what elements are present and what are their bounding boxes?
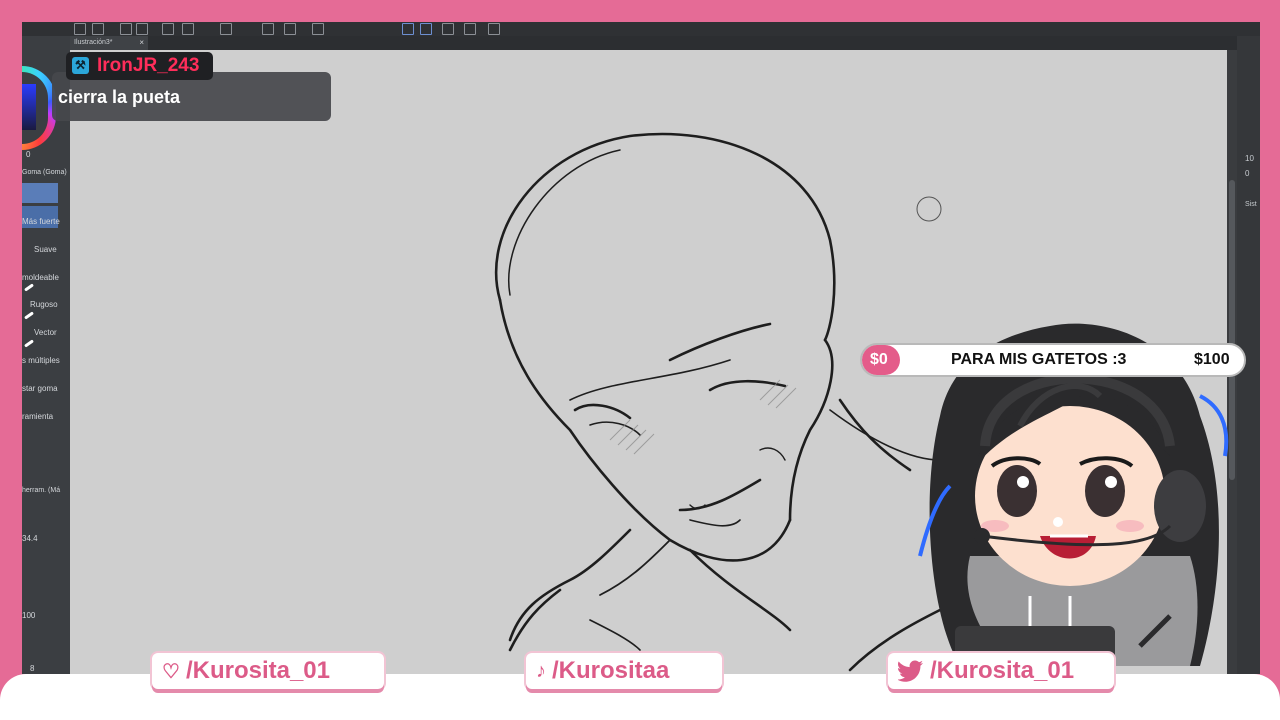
save-icon[interactable] xyxy=(136,23,148,35)
color-value: 0 xyxy=(26,150,31,159)
undo-icon[interactable] xyxy=(162,23,174,35)
tab-document-label: Ilustración3* xyxy=(74,39,113,46)
subtool-soft-label: Suave xyxy=(34,245,57,254)
social-twitch[interactable]: ♡ /Kurosita_01 xyxy=(152,653,384,689)
social-twitter-label: /Kurosita_01 xyxy=(930,657,1075,684)
right-panel-value-3: Sist xyxy=(1245,201,1257,208)
subtool-hard-label: Más fuerte xyxy=(22,217,60,226)
brush-preview xyxy=(24,339,34,348)
social-tiktok[interactable]: ♪ /Kurositaa xyxy=(526,653,722,689)
redo-icon[interactable] xyxy=(182,23,194,35)
subtool-multi-label: s múltiples xyxy=(22,356,60,365)
twitch-heart-icon: ♡ xyxy=(162,660,180,683)
subtool-selected[interactable] xyxy=(22,183,58,203)
tab-close-icon[interactable]: × xyxy=(139,36,144,50)
transform-icon[interactable] xyxy=(262,23,274,35)
tool-property-header: herram. (Má xyxy=(22,487,61,494)
subtool-kneaded-label: moldeable xyxy=(22,273,59,282)
tool-panel: 0 Goma (Goma) Más fuerte Suave moldeable… xyxy=(22,36,70,674)
twitter-bird-icon xyxy=(898,660,923,682)
donation-current: $0 xyxy=(870,351,888,368)
brush-preview xyxy=(24,283,34,292)
new-file-icon[interactable] xyxy=(92,23,104,35)
social-tiktok-label: /Kurositaa xyxy=(552,657,670,684)
chat-username: IronJR_243 xyxy=(97,55,200,76)
top-toolbar xyxy=(22,22,1260,36)
brush-preview xyxy=(24,311,34,320)
grid-icon[interactable] xyxy=(442,23,454,35)
extra-value: 8 xyxy=(30,664,35,673)
document-tabbar: Ilustración3* × × xyxy=(70,36,1260,50)
donation-target: $100 xyxy=(1194,351,1230,368)
deselect-icon[interactable] xyxy=(312,23,324,35)
subtool-rough-label: Rugoso xyxy=(30,300,58,309)
ruler-snap-icon[interactable] xyxy=(420,23,432,35)
opacity-value[interactable]: 100 xyxy=(22,611,35,620)
subtool-group-label: Goma (Goma) xyxy=(22,169,67,176)
chat-badge-icon: ⚒ xyxy=(72,57,89,74)
subtool-vector-label: Vector xyxy=(34,328,57,337)
subtool-join-label: star goma xyxy=(22,384,58,393)
snap-icon[interactable] xyxy=(402,23,414,35)
settings-icon[interactable] xyxy=(488,23,500,35)
ruler-icon[interactable] xyxy=(464,23,476,35)
menu-icon[interactable] xyxy=(74,23,86,35)
color-square[interactable] xyxy=(22,84,36,130)
subtool-tool-label: ramienta xyxy=(22,412,54,421)
select-all-icon[interactable] xyxy=(284,23,296,35)
right-panel-value-1: 10 xyxy=(1245,154,1254,163)
social-twitter[interactable]: /Kurosita_01 xyxy=(888,653,1114,689)
chat-message-text: cierra la pueta xyxy=(58,87,181,107)
right-panel-value-2: 0 xyxy=(1245,169,1250,178)
donation-goal-label: PARA MIS GATETOS :3 xyxy=(951,351,1127,368)
tab-document[interactable]: Ilustración3* × xyxy=(70,36,148,50)
brush-size-value[interactable]: 34.4 xyxy=(22,534,38,543)
social-twitch-label: /Kurosita_01 xyxy=(185,657,330,684)
clear-icon[interactable] xyxy=(220,23,232,35)
tiktok-icon: ♪ xyxy=(536,659,546,682)
open-file-icon[interactable] xyxy=(120,23,132,35)
